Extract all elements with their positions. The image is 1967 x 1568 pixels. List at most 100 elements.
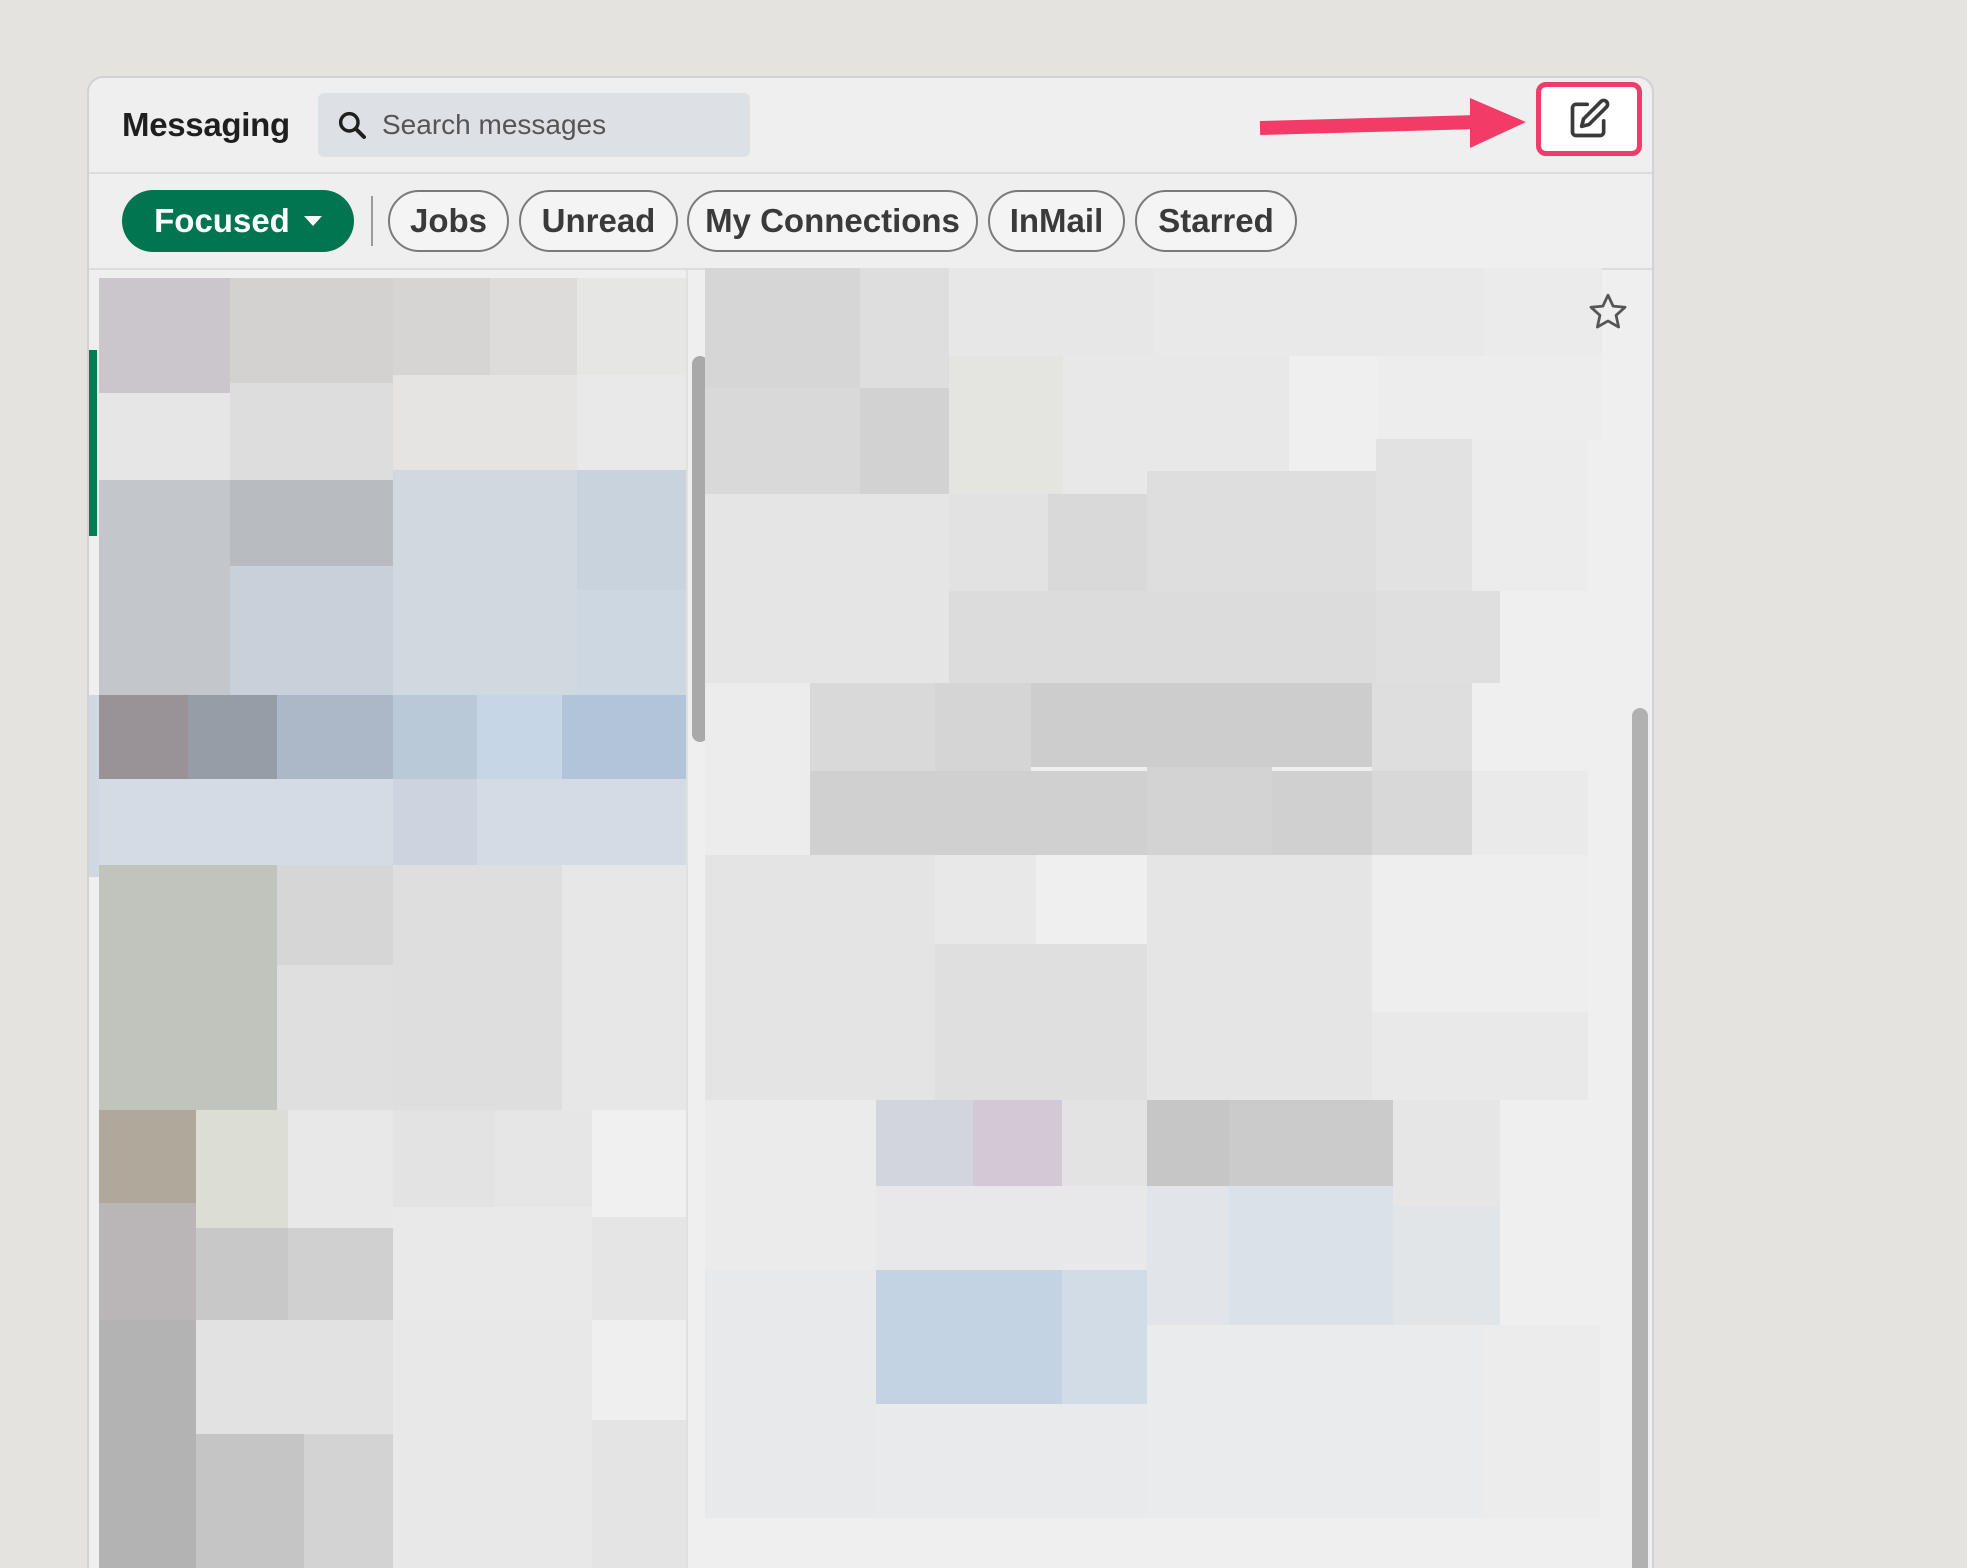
filter-inmail[interactable]: InMail — [988, 190, 1125, 252]
thread-block — [876, 1270, 1062, 1404]
filter-focused-label: Focused — [154, 202, 290, 239]
filter-divider — [371, 196, 373, 246]
list-item-avatar — [99, 1110, 196, 1203]
list-item-avatar — [99, 1320, 196, 1568]
thread-block — [935, 683, 1031, 771]
thread-block — [1372, 771, 1472, 855]
filter-focused-dropdown[interactable]: Focused — [122, 190, 354, 252]
list-item-selected-avatar — [99, 480, 230, 695]
list-item — [277, 865, 393, 965]
list-item — [393, 1207, 592, 1320]
list-item — [592, 1217, 686, 1320]
list-item — [196, 1320, 393, 1434]
search-box[interactable] — [318, 93, 750, 157]
list-item — [288, 1228, 393, 1320]
list-item — [490, 278, 577, 375]
thread-block — [1036, 855, 1147, 944]
thread-block — [860, 388, 949, 494]
thread-block — [1372, 1012, 1588, 1100]
thread-block — [1372, 855, 1588, 1012]
thread-block — [1062, 1100, 1147, 1186]
list-item-selected — [393, 470, 577, 695]
thread-block — [949, 268, 1154, 356]
thread-block — [1154, 268, 1484, 356]
thread-block — [705, 388, 860, 494]
list-item — [393, 779, 477, 865]
list-item — [196, 1110, 288, 1228]
list-item — [188, 695, 277, 779]
list-item-avatar — [99, 1203, 196, 1320]
thread-block — [705, 683, 810, 855]
thread-block — [1393, 1206, 1500, 1325]
list-item — [393, 865, 562, 1110]
thread-block — [705, 268, 860, 388]
annotation-arrow — [1259, 98, 1526, 148]
list-item — [277, 965, 393, 1110]
thread-block — [1147, 1100, 1229, 1186]
thread-block — [949, 591, 1376, 683]
filter-starred[interactable]: Starred — [1135, 190, 1297, 252]
list-item-avatar — [99, 695, 188, 779]
thread-block — [705, 855, 935, 1100]
thread-block — [1372, 683, 1472, 771]
list-item — [393, 1110, 495, 1207]
thread-block — [705, 1270, 876, 1518]
star-icon[interactable] — [1586, 290, 1630, 334]
thread-block — [860, 268, 949, 388]
filter-jobs[interactable]: Jobs — [388, 190, 509, 252]
thread-block — [1393, 1100, 1500, 1206]
filter-bar: Focused Jobs Unread My Connections InMai… — [89, 174, 1652, 270]
thread-block — [1147, 855, 1372, 1100]
compose-icon — [1570, 98, 1610, 138]
thread-block — [1472, 439, 1588, 591]
thread-scrollbar[interactable] — [1632, 708, 1648, 1568]
thread-block — [1483, 1325, 1600, 1518]
list-item — [592, 1110, 686, 1217]
thread-block — [935, 944, 1147, 1100]
list-item — [393, 695, 477, 779]
list-item-selected — [230, 480, 393, 566]
filter-unread[interactable]: Unread — [519, 190, 678, 252]
list-item — [577, 375, 686, 470]
thread-block — [1376, 439, 1472, 591]
thread-block — [1229, 1100, 1393, 1186]
thread-block — [1147, 1186, 1229, 1325]
thread-block — [1031, 683, 1372, 767]
list-item — [277, 695, 393, 779]
filter-my-connections[interactable]: My Connections — [687, 190, 978, 252]
list-item — [577, 278, 686, 375]
thread-block — [705, 1100, 876, 1270]
thread-block — [876, 1404, 1147, 1518]
list-item — [196, 1434, 304, 1568]
list-item — [288, 1110, 393, 1228]
thread-block — [1472, 771, 1588, 855]
selected-indicator — [89, 350, 97, 536]
page-title: Messaging — [122, 106, 290, 143]
list-item — [230, 383, 393, 480]
thread-block — [1147, 471, 1376, 591]
thread-block — [1484, 268, 1602, 356]
thread-block — [876, 1100, 973, 1186]
thread-block — [973, 1100, 1062, 1186]
thread-view — [688, 268, 1652, 1568]
list-item — [393, 375, 577, 470]
list-item-selected — [577, 470, 686, 590]
thread-block — [949, 494, 1048, 591]
thread-block — [935, 855, 1036, 944]
list-item — [477, 695, 562, 779]
conversation-list[interactable] — [89, 270, 688, 1568]
list-item — [230, 278, 393, 383]
thread-block — [1147, 767, 1272, 855]
thread-block — [876, 1186, 1147, 1270]
compose-button[interactable] — [1536, 82, 1642, 156]
search-input[interactable] — [380, 108, 744, 142]
list-item — [562, 695, 686, 779]
list-item-selected — [230, 566, 393, 695]
thread-block — [1376, 591, 1500, 683]
list-item — [393, 1320, 592, 1568]
thread-block — [1147, 1325, 1483, 1518]
thread-block — [949, 356, 1063, 494]
list-item — [592, 1320, 686, 1420]
thread-block — [1378, 356, 1602, 439]
list-item — [89, 695, 99, 877]
